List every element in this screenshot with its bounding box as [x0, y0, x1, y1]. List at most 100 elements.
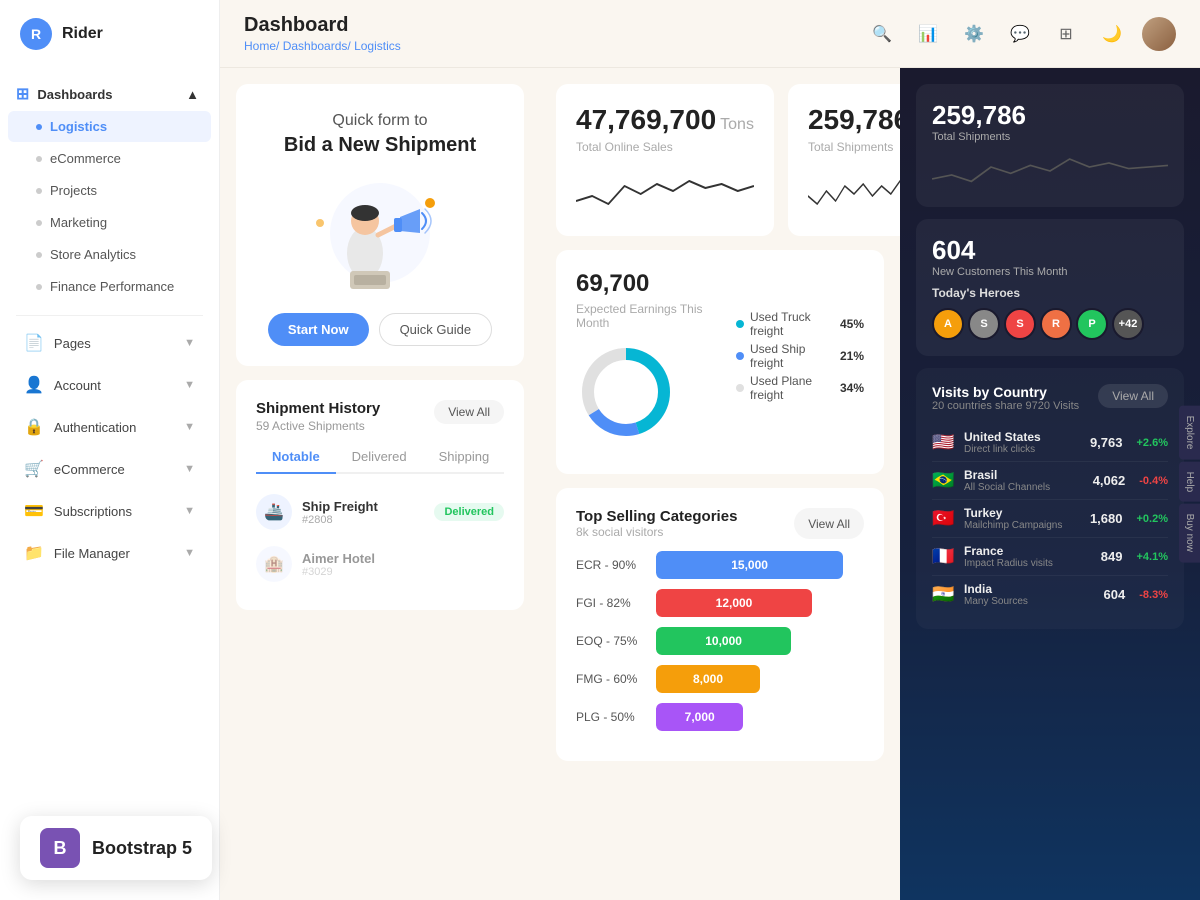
- start-now-button[interactable]: Start Now: [268, 313, 369, 346]
- donut-chart: [576, 342, 676, 442]
- avatar-a: A: [932, 308, 964, 340]
- sidebar-item-account[interactable]: 👤 Account ▼: [8, 365, 211, 405]
- view-all-shipments-button[interactable]: View All: [434, 400, 504, 424]
- promo-card: Quick form to Bid a New Shipment: [236, 84, 524, 366]
- truck-dot: [736, 320, 744, 328]
- content-area: Quick form to Bid a New Shipment: [220, 68, 1200, 900]
- total-sales-number: 47,769,700Tons: [576, 104, 754, 136]
- flag-fr: 🇫🇷: [932, 546, 956, 567]
- sidebar-item-pages[interactable]: 📄 Pages ▼: [8, 323, 211, 363]
- category-row-eoq: EOQ - 75% 10,000: [576, 627, 864, 655]
- dark-mode-icon[interactable]: 🌙: [1096, 18, 1128, 50]
- shipment-row-2: 🏨 Aimer Hotel #3029: [256, 538, 504, 590]
- country-row-in: 🇮🇳 India Many Sources 604 -8.3%: [932, 576, 1168, 613]
- dark-sparkline: [932, 151, 1168, 191]
- country-info-br: Brasil All Social Channels: [964, 468, 1085, 493]
- sidebar-item-authentication[interactable]: 🔒 Authentication ▼: [8, 407, 211, 447]
- sidebar: R Rider ⊞ Dashboards ▲ Logistics eCommer…: [0, 0, 220, 900]
- category-row-ecr: ECR - 90% 15,000: [576, 551, 864, 579]
- sidebar-item-store-analytics[interactable]: Store Analytics: [8, 239, 211, 270]
- sidebar-item-file-manager[interactable]: 📁 File Manager ▼: [8, 533, 211, 573]
- earnings-label: Expected Earnings This Month: [576, 302, 716, 330]
- shipment-id: #2808: [302, 514, 424, 526]
- logo-name: Rider: [62, 25, 103, 43]
- header: Dashboard Home/ Dashboards/ Logistics 🔍 …: [220, 0, 1200, 68]
- dark-shipments-card: 259,786 Total Shipments: [916, 84, 1184, 207]
- avatar-more: +42: [1112, 308, 1144, 340]
- chevron-down-icon: ▼: [184, 337, 195, 349]
- sidebar-item-projects[interactable]: Projects: [8, 175, 211, 206]
- dashboards-group[interactable]: ⊞ Dashboards ▲: [0, 74, 219, 110]
- sidebar-item-logistics[interactable]: Logistics: [8, 111, 211, 142]
- avatar-r: R: [1040, 308, 1072, 340]
- help-tab[interactable]: Help: [1179, 461, 1200, 502]
- side-tabs: Explore Help Buy now: [1179, 406, 1200, 563]
- chevron-down-icon: ▼: [184, 421, 195, 433]
- categories-header: Top Selling Categories 8k social visitor…: [576, 508, 864, 539]
- shipment-name: Ship Freight: [302, 499, 424, 514]
- shipment-tabs: Notable Delivered Shipping: [256, 441, 504, 474]
- country-info-in: India Many Sources: [964, 582, 1096, 607]
- flag-us: 🇺🇸: [932, 432, 956, 453]
- dot-icon: [36, 188, 42, 194]
- sidebar-item-ecommerce[interactable]: eCommerce: [8, 143, 211, 174]
- avatar-p: P: [1076, 308, 1108, 340]
- dot-icon: [36, 284, 42, 290]
- sidebar-item-finance-performance[interactable]: Finance Performance: [8, 271, 211, 302]
- dot-icon: [36, 252, 42, 258]
- auth-icon: 🔒: [24, 417, 44, 437]
- chart-icon[interactable]: 📊: [912, 18, 944, 50]
- view-all-visits-button[interactable]: View All: [1098, 384, 1168, 408]
- dot-icon: [36, 220, 42, 226]
- shipment-icon-2: 🏨: [256, 546, 292, 582]
- grid-view-icon[interactable]: ⊞: [1050, 18, 1082, 50]
- dot-icon: [36, 156, 42, 162]
- explore-tab[interactable]: Explore: [1179, 406, 1200, 460]
- promo-illustration: [300, 173, 460, 293]
- promo-subtitle: Bid a New Shipment: [256, 134, 504, 157]
- bootstrap-text: Bootstrap 5: [92, 838, 192, 859]
- visits-header: Visits by Country 20 countries share 972…: [932, 384, 1168, 422]
- shipment-header: Shipment History 59 Active Shipments Vie…: [256, 400, 504, 433]
- subscriptions-icon: 💳: [24, 501, 44, 521]
- avatar[interactable]: [1142, 17, 1176, 51]
- search-icon[interactable]: 🔍: [866, 18, 898, 50]
- view-all-categories-button[interactable]: View All: [794, 508, 864, 539]
- heroes-title: Today's Heroes: [932, 286, 1168, 300]
- main-content: Dashboard Home/ Dashboards/ Logistics 🔍 …: [220, 0, 1200, 900]
- categories-title: Top Selling Categories: [576, 508, 737, 525]
- earnings-row: 69,700 Expected Earnings This Month: [576, 270, 864, 454]
- flag-br: 🇧🇷: [932, 470, 956, 491]
- earnings-number: 69,700: [576, 270, 716, 298]
- quick-guide-button[interactable]: Quick Guide: [379, 313, 493, 346]
- chevron-down-icon: ▼: [184, 463, 195, 475]
- promo-svg: [300, 173, 460, 293]
- sidebar-logo[interactable]: R Rider: [0, 0, 219, 68]
- promo-title: Quick form to: [256, 112, 504, 130]
- tab-delivered[interactable]: Delivered: [336, 441, 423, 474]
- visits-card: Visits by Country 20 countries share 972…: [916, 368, 1184, 629]
- chevron-down-icon: ▼: [184, 379, 195, 391]
- country-row-tr: 🇹🇷 Turkey Mailchimp Campaigns 1,680 +0.2…: [932, 500, 1168, 538]
- sidebar-item-marketing[interactable]: Marketing: [8, 207, 211, 238]
- country-row-br: 🇧🇷 Brasil All Social Channels 4,062 -0.4…: [932, 462, 1168, 500]
- sidebar-item-ecommerce2[interactable]: 🛒 eCommerce ▼: [8, 449, 211, 489]
- categories-bars: ECR - 90% 15,000 FGI - 82% 12,000: [576, 551, 864, 731]
- sidebar-item-subscriptions[interactable]: 💳 Subscriptions ▼: [8, 491, 211, 531]
- categories-card: Top Selling Categories 8k social visitor…: [556, 488, 884, 761]
- tab-shipping[interactable]: Shipping: [423, 441, 506, 474]
- legend-truck: Used Truck freight 45%: [736, 310, 864, 338]
- shipment-history-card: Shipment History 59 Active Shipments Vie…: [236, 380, 524, 610]
- buy-now-tab[interactable]: Buy now: [1179, 504, 1200, 562]
- settings-icon[interactable]: ⚙️: [958, 18, 990, 50]
- logo-icon: R: [20, 18, 52, 50]
- header-right: 🔍 📊 ⚙️ 💬 ⊞ 🌙: [866, 17, 1176, 51]
- dashboards-section: ⊞ Dashboards ▲ Logistics eCommerce Proje…: [0, 68, 219, 309]
- message-icon[interactable]: 💬: [1004, 18, 1036, 50]
- dark-shipments-number: 259,786: [932, 100, 1168, 131]
- tab-notable[interactable]: Notable: [256, 441, 336, 474]
- pages-icon: 📄: [24, 333, 44, 353]
- promo-buttons: Start Now Quick Guide: [256, 313, 504, 346]
- left-panel: Quick form to Bid a New Shipment: [220, 68, 540, 900]
- total-shipments-card: 259,786 Total Shipments: [788, 84, 900, 236]
